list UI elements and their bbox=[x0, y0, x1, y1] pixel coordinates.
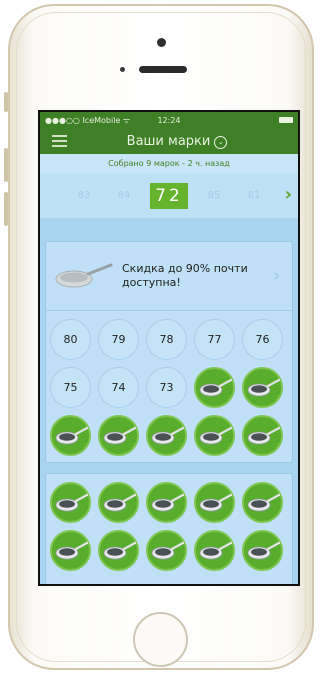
pager-item[interactable]: 84 bbox=[104, 190, 144, 201]
stamp-card: Скидка до 90% почти доступна! › 80 79 78… bbox=[45, 241, 293, 463]
front-camera bbox=[157, 38, 166, 47]
frying-pan-icon bbox=[247, 426, 280, 445]
frying-pan-icon bbox=[199, 426, 232, 445]
pager-item[interactable]: 81 bbox=[234, 190, 274, 201]
frying-pan-icon bbox=[247, 541, 280, 560]
pager-current[interactable]: 72 bbox=[150, 182, 188, 209]
mute-switch bbox=[4, 92, 8, 112]
stamp-empty: 78 bbox=[146, 319, 187, 360]
promo-text: Скидка до 90% почти доступна! bbox=[122, 262, 248, 289]
stamp-empty: 77 bbox=[194, 319, 235, 360]
page-title: Ваши марки bbox=[126, 133, 211, 149]
frying-pan-icon bbox=[55, 263, 113, 288]
stamp-empty: 73 bbox=[146, 367, 187, 408]
stamp-collected bbox=[194, 367, 235, 408]
frying-pan-icon bbox=[151, 493, 184, 512]
stamp-collected bbox=[194, 415, 235, 456]
status-bar: ●●●○○ IceMobile ᯤ 12:24 bbox=[40, 112, 298, 128]
home-button[interactable] bbox=[133, 612, 188, 667]
card-pager[interactable]: 83 84 72 85 81 › bbox=[40, 173, 298, 218]
stamp-empty: 76 bbox=[242, 319, 283, 360]
frying-pan-icon bbox=[55, 426, 88, 445]
earpiece-speaker bbox=[139, 66, 187, 73]
stamp-collected bbox=[98, 415, 139, 456]
stamp-empty: 74 bbox=[98, 367, 139, 408]
promo-banner[interactable]: Скидка до 90% почти доступна! › bbox=[46, 242, 292, 311]
pager-item[interactable]: 85 bbox=[194, 190, 234, 201]
frying-pan-icon bbox=[103, 426, 136, 445]
stamps-dropdown[interactable]: Ваши марки ⌄ bbox=[40, 134, 298, 149]
frying-pan-icon bbox=[55, 541, 88, 560]
proximity-sensor bbox=[120, 67, 125, 72]
collected-info: Собрано 9 марок - 2 ч. назад bbox=[40, 154, 298, 173]
stamp-collected bbox=[50, 415, 91, 456]
stamp-collected bbox=[242, 530, 283, 571]
app-screen: ●●●○○ IceMobile ᯤ 12:24 Ваши марки ⌄ Собр… bbox=[38, 110, 300, 586]
stamp-grid bbox=[46, 474, 292, 577]
stamp-empty: 80 bbox=[50, 319, 91, 360]
volume-up-button bbox=[4, 148, 8, 182]
stamp-collected bbox=[146, 482, 187, 523]
frying-pan-icon bbox=[199, 541, 232, 560]
stamp-empty: 75 bbox=[50, 367, 91, 408]
stamp-collected bbox=[50, 530, 91, 571]
frying-pan-icon bbox=[247, 378, 280, 397]
stamp-collected bbox=[50, 482, 91, 523]
stamp-collected bbox=[242, 367, 283, 408]
chevron-right-icon[interactable]: › bbox=[285, 184, 292, 205]
frying-pan-icon bbox=[199, 493, 232, 512]
stamp-collected bbox=[98, 530, 139, 571]
frying-pan-icon bbox=[247, 493, 280, 512]
chevron-down-icon: ⌄ bbox=[214, 135, 228, 149]
stamp-empty: 79 bbox=[98, 319, 139, 360]
stamp-card bbox=[45, 473, 293, 584]
frying-pan-icon bbox=[103, 493, 136, 512]
stamp-grid: 80 79 78 77 76 75 74 73 bbox=[46, 311, 292, 462]
pager-item[interactable]: 83 bbox=[64, 190, 104, 201]
frying-pan-icon bbox=[199, 378, 232, 397]
stamp-collected bbox=[194, 482, 235, 523]
frying-pan-icon bbox=[151, 541, 184, 560]
stamp-collected bbox=[242, 482, 283, 523]
nav-bar: Ваши марки ⌄ bbox=[40, 128, 298, 154]
stamp-collected bbox=[98, 482, 139, 523]
frying-pan-icon bbox=[103, 541, 136, 560]
stamp-collected bbox=[146, 530, 187, 571]
hamburger-icon[interactable] bbox=[52, 135, 67, 147]
stamp-collected bbox=[194, 530, 235, 571]
chevron-right-icon: › bbox=[273, 266, 280, 285]
stamp-collected bbox=[146, 415, 187, 456]
frying-pan-icon bbox=[151, 426, 184, 445]
status-time: 12:24 bbox=[157, 115, 181, 125]
frying-pan-icon bbox=[55, 493, 88, 512]
stamp-collected bbox=[242, 415, 283, 456]
volume-down-button bbox=[4, 192, 8, 226]
